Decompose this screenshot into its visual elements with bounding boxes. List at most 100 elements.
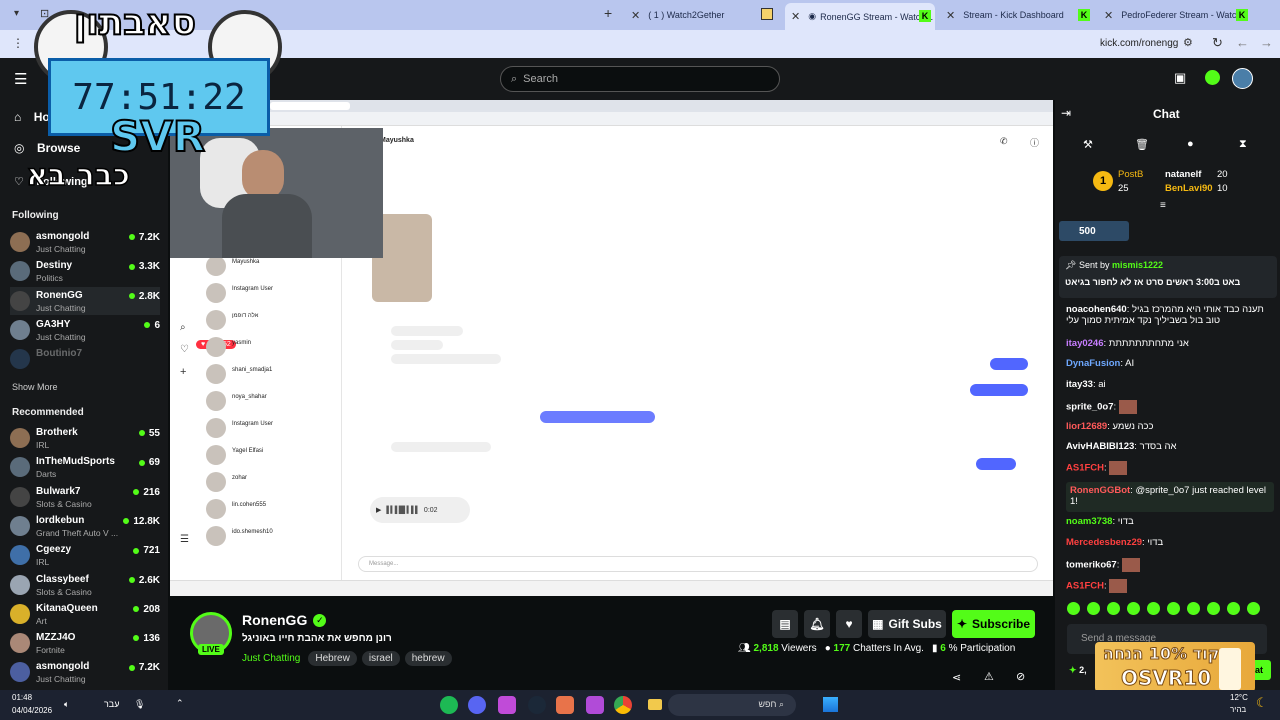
tune-icon[interactable]: ⚙ [1183,36,1193,49]
taskbar-search[interactable]: חפש ⌕ [668,694,796,716]
chat-username[interactable]: AvivHABIBI123 [1066,441,1134,452]
volume-icon[interactable]: 🔈︎ [64,699,69,710]
emote-icon[interactable] [1107,602,1120,615]
video-player[interactable]: ⌕ ♡ + ☰ ♥ 27 ● 52 MayushkaInstagram User… [170,100,1053,596]
sidebar-channel-mzzj4o[interactable]: MZZJ4O Fortnite 136 [10,629,160,657]
chat-username[interactable]: Mercedesbenz29 [1066,537,1142,548]
sidebar-channel-classybeef[interactable]: Classybeef Slots & Casino 2.6K [10,571,160,599]
chat-username[interactable]: itay0246 [1066,338,1104,349]
close-icon[interactable]: ✕ [791,10,800,23]
emote-icon[interactable] [1127,602,1140,615]
sidebar-channel-kitanaqueen[interactable]: KitanaQueen Art 208 [10,600,160,628]
channel-name[interactable]: RonenGG [242,612,307,628]
close-icon[interactable]: ✕ [631,9,640,22]
tag-chip[interactable]: hebrew [404,651,452,666]
chat-username[interactable]: itay33 [1066,379,1093,390]
cast-icon[interactable]: ▣ [1174,70,1186,86]
sidebar-channel-ronengg[interactable]: RonenGG Just Chatting 2.8K [10,286,160,315]
tag-chip[interactable]: Hebrew [308,651,357,666]
folder-icon[interactable] [648,699,662,710]
sidebar-channel-cgeezy[interactable]: Cgeezy IRL 721 [10,541,160,569]
reload-icon[interactable]: ↻ [1212,35,1223,51]
sidebar-channel-inthemudsports[interactable]: InTheMudSports Darts 69 [10,453,160,481]
chat-username[interactable]: noam3738 [1066,516,1112,527]
close-icon[interactable]: ✕ [1104,9,1113,22]
chat-message[interactable]: sprite_0o7: [1066,400,1274,414]
discord-icon[interactable] [468,696,486,714]
theater-mode-icon[interactable]: ⊘ [1016,670,1025,683]
tab-kick-dashboard[interactable]: ✕ Stream - Kick Dashboard K [940,4,1090,26]
chevron-up-icon[interactable]: ⌃ [176,698,184,709]
subscribe-button[interactable]: ✦ Subscribe [952,610,1035,638]
sidebar-channel-brotherk[interactable]: Brotherk IRL 55 [10,424,160,452]
chat-username[interactable]: sprite_0o7 [1066,402,1114,413]
emote-icon[interactable] [1147,602,1160,615]
kick-app-icon[interactable] [498,696,516,714]
sidebar-channel-asmongold[interactable]: asmongold Just Chatting 7.2K [10,658,160,686]
sidebar-channel-bulwark7[interactable]: Bulwark7 Slots & Casino 216 [10,483,160,511]
sidebar-channel-ga3hy[interactable]: GA3HY Just Chatting 6 [10,316,160,344]
new-tab-button[interactable]: + [604,5,612,21]
kick-logo-icon[interactable] [1205,70,1220,85]
chat-message[interactable]: lior12689: ככה נשמע [1066,421,1274,432]
hamburger-menu-icon[interactable]: ☰ [14,70,27,88]
chat-message[interactable]: Mercedesbenz29: בדוי [1066,537,1274,548]
tab-ronengg[interactable]: ✕ ◉ RonenGG Stream - Watch L K [785,3,935,30]
tab-search-icon[interactable]: ▾ [14,8,19,19]
tab-watch2gether[interactable]: ✕ ( 1 ) Watch2Gether [625,4,785,26]
mod-hammer-icon[interactable]: ⚒ [1083,138,1093,151]
chat-username[interactable]: AS1FCH [1066,463,1104,474]
chat-message[interactable]: itay0246: אני מתחתתתתתתת [1066,338,1274,349]
emote-icon[interactable] [1067,602,1080,615]
chat-username[interactable]: lior12689 [1066,421,1107,432]
chat-message[interactable]: AS1FCH: [1066,461,1274,475]
close-icon[interactable]: ✕ [946,9,955,22]
chat-message[interactable]: RonenGGBot: @sprite_0o7 just reached lev… [1066,482,1274,512]
notification-button[interactable]: 🔔︎ [804,610,830,638]
back-icon[interactable]: ← [1236,35,1249,50]
category-link[interactable]: Just Chatting [242,653,300,664]
clip-button[interactable]: ▤ [772,610,798,638]
chrome-icon[interactable] [614,696,632,714]
chat-username[interactable]: RonenGGBot [1070,485,1130,496]
emote-icon[interactable] [1207,602,1220,615]
tab-pedrofederer[interactable]: ✕ PedroFederer Stream - Watch L K [1098,4,1248,26]
chat-message[interactable]: noam3738: בדוי [1066,516,1274,527]
steam-icon[interactable] [528,696,546,714]
sidebar-channel-lordkebun[interactable]: lordkebun Grand Theft Auto V ... 12.8K [10,512,160,540]
windows-start-icon[interactable] [823,697,838,712]
chat-bubble-icon[interactable]: ● [1187,138,1194,150]
hourglass-icon[interactable]: ⧗ [1239,138,1247,151]
chat-message[interactable]: tomeriko67: [1066,558,1274,572]
chat-username[interactable]: tomeriko67 [1066,560,1117,571]
language-indicator[interactable]: עבר [104,699,119,709]
sidebar-channel-destiny[interactable]: Destiny Politics 3.3K [10,257,160,285]
chat-username[interactable]: noacohen640 [1066,304,1127,315]
menu-dots-icon[interactable]: ⋮ [12,36,24,50]
follow-button[interactable]: ♥ [836,610,862,638]
chat-username[interactable]: AS1FCH [1066,581,1104,592]
mic-icon[interactable]: 🎙︎ [134,699,145,710]
sidebar-channel-boutinio7[interactable]: Boutinio7 [10,345,160,373]
emote-icon[interactable] [1087,602,1100,615]
chat-message[interactable]: noacohen640: תענה כבד אותי היא מהמרכז בג… [1066,304,1274,334]
emote-icon[interactable] [1247,602,1260,615]
gift-subs-button[interactable]: ▦ Gift Subs [868,610,946,638]
report-icon[interactable]: ⚠ [984,670,994,683]
chat-message[interactable]: AvivHABIBI123: אה בסדר [1066,441,1274,452]
search-input[interactable]: ⌕ Search [500,66,780,92]
spotify-icon[interactable] [440,696,458,714]
trash-icon[interactable]: 🗑︎ [1135,138,1149,151]
emote-icon[interactable] [1227,602,1240,615]
tag-chip[interactable]: israel [361,651,400,666]
collapse-chat-icon[interactable]: ⇥ [1061,106,1071,120]
forward-icon[interactable]: → [1260,35,1273,50]
obs-icon[interactable] [556,696,574,714]
chat-username[interactable]: DynaFusion [1066,358,1120,369]
expand-leaderboard-icon[interactable]: ≡ [1160,200,1166,211]
chat-message[interactable]: itay33: ai [1066,379,1274,390]
emote-icon[interactable] [1187,602,1200,615]
user-avatar[interactable] [1232,68,1253,89]
show-more-link[interactable]: Show More [12,382,58,392]
share-icon[interactable]: ⋖ [952,671,961,684]
